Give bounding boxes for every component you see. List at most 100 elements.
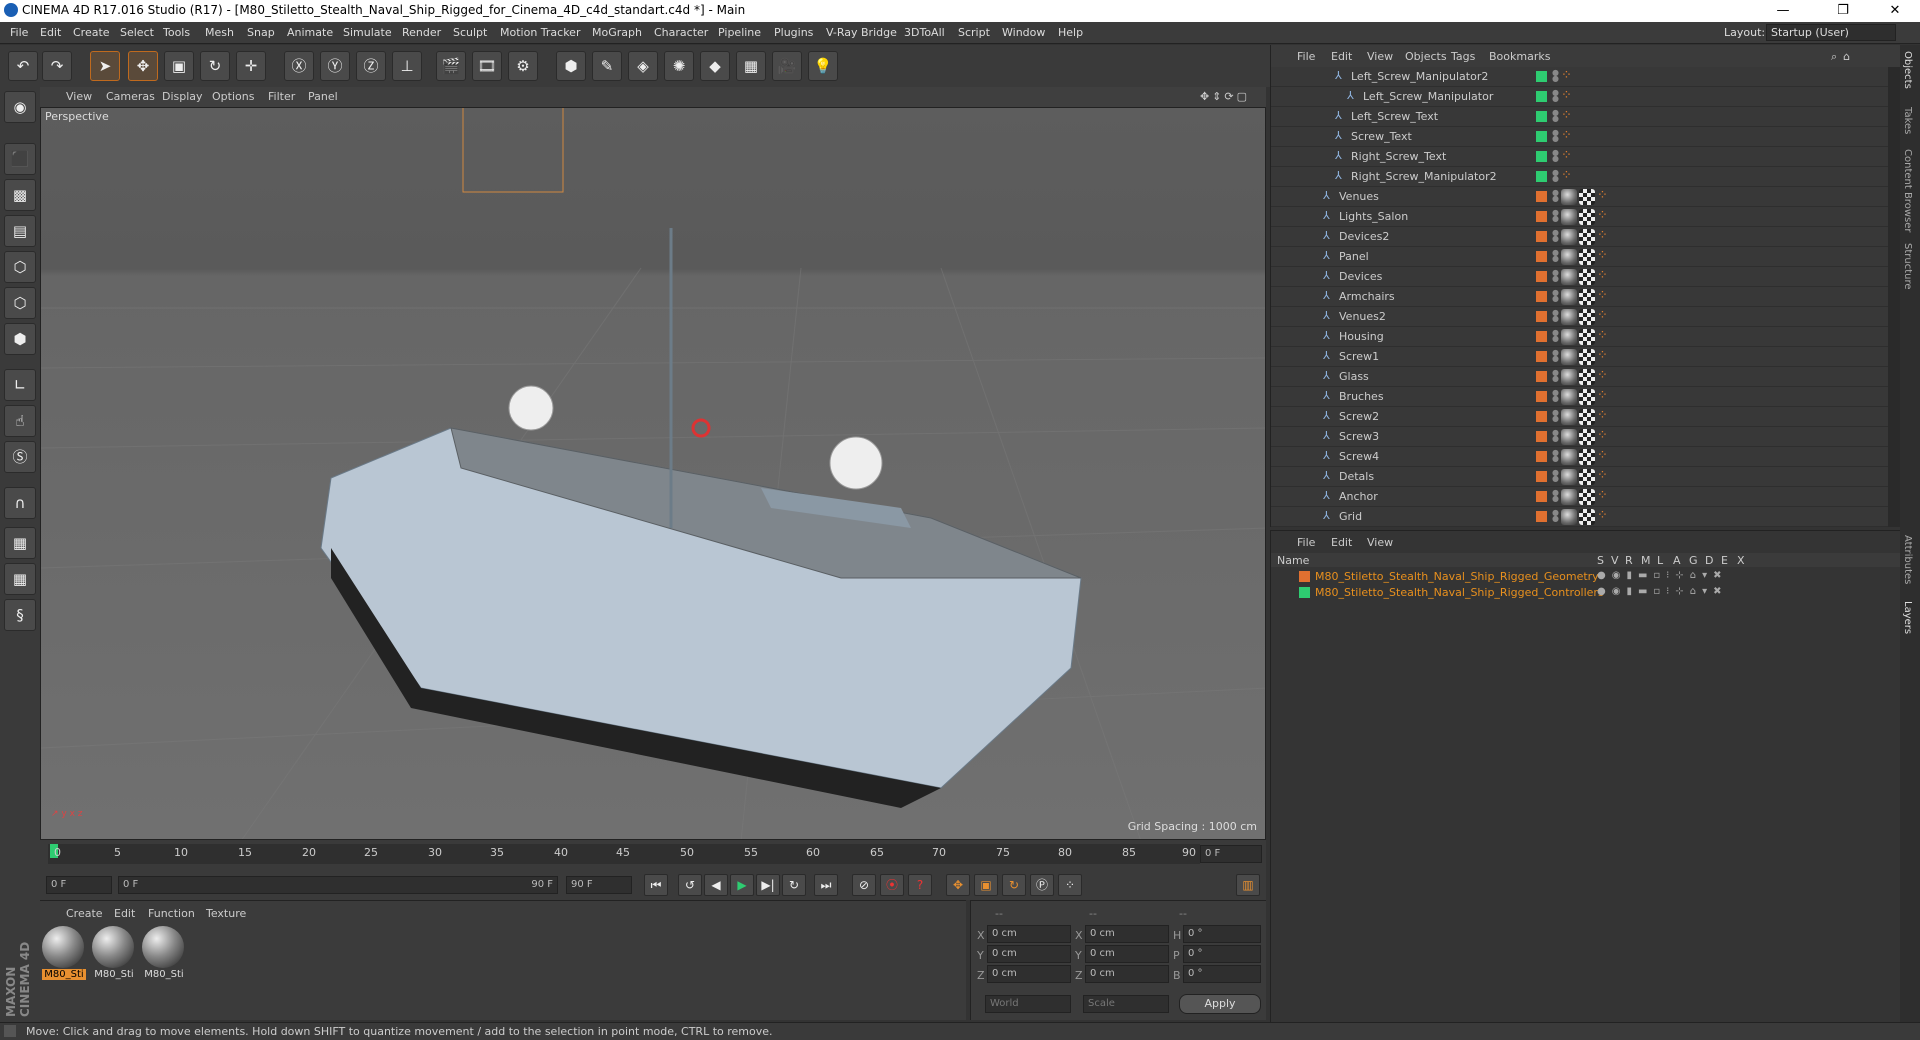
next-frame-icon[interactable]: ▶| xyxy=(756,874,780,896)
spline-pen-icon[interactable]: ✎ xyxy=(592,51,622,81)
go-to-start-icon[interactable]: ⏮ xyxy=(644,874,668,896)
checker-tag-icon[interactable] xyxy=(1579,449,1595,465)
coord-mode-select[interactable]: World xyxy=(985,995,1071,1013)
phong-tag-icon[interactable]: ⁘ xyxy=(1597,489,1613,505)
phong-tag-icon[interactable]: ⁘ xyxy=(1597,469,1613,485)
object-row[interactable]: ⅄ Bruches ● ● ⁘ xyxy=(1271,387,1889,407)
prev-key-icon[interactable]: ↺ xyxy=(678,874,702,896)
key-record-disabled-icon[interactable]: ⊘ xyxy=(852,874,876,896)
object-manager-scrollbar[interactable] xyxy=(1888,67,1900,527)
checker-tag-icon[interactable] xyxy=(1579,429,1595,445)
menu-mesh[interactable]: Mesh xyxy=(205,26,234,39)
layer-color-icon[interactable] xyxy=(1536,251,1547,262)
scale-tool-icon[interactable]: ▣ xyxy=(164,51,194,81)
python-icon[interactable]: § xyxy=(4,599,36,631)
object-row[interactable]: ⅄ Panel ● ● ⁘ xyxy=(1271,247,1889,267)
object-row[interactable]: ⅄ Right_Screw_Manipulator2 ● ● ⁘ xyxy=(1271,167,1889,187)
layer-color-icon[interactable] xyxy=(1536,371,1547,382)
visibility-dots-icon[interactable]: ● ● xyxy=(1552,189,1559,204)
checker-tag-icon[interactable] xyxy=(1579,329,1595,345)
phong-tag-icon[interactable]: ⁘ xyxy=(1597,209,1613,225)
menu-motion-tracker[interactable]: Motion Tracker xyxy=(500,26,580,39)
object-row[interactable]: ⅄ Screw2 ● ● ⁘ xyxy=(1271,407,1889,427)
menu-simulate[interactable]: Simulate xyxy=(343,26,392,39)
object-row[interactable]: ⅄ Venues2 ● ● ⁘ xyxy=(1271,307,1889,327)
checker-tag-icon[interactable] xyxy=(1579,289,1595,305)
z-axis-icon[interactable]: Ⓩ xyxy=(356,51,386,81)
checker-tag-icon[interactable] xyxy=(1579,369,1595,385)
menu-window[interactable]: Window xyxy=(1002,26,1045,39)
texture-mode-icon[interactable]: ▩ xyxy=(4,179,36,211)
menu-plugins[interactable]: Plugins xyxy=(774,26,813,39)
record-keys-icon[interactable]: ⦿ xyxy=(880,874,904,896)
tweak-mode-icon[interactable]: ☝ xyxy=(4,405,36,437)
workplane-mode-icon[interactable]: ▤ xyxy=(4,215,36,247)
material-menu-create[interactable]: Create xyxy=(66,907,103,920)
size-x-field[interactable]: 0 cm xyxy=(1085,925,1169,943)
object-row[interactable]: ⅄ Left_Screw_Manipulator2 ● ● ⁘ xyxy=(1271,67,1889,87)
texture-tag-icon[interactable] xyxy=(1561,309,1577,325)
material-swatch[interactable]: M80_Sti xyxy=(42,926,86,984)
current-frame-field[interactable]: 0 F xyxy=(46,876,112,894)
checker-tag-icon[interactable] xyxy=(1579,249,1595,265)
deformer-icon[interactable]: ◆ xyxy=(700,51,730,81)
menu-animate[interactable]: Animate xyxy=(287,26,333,39)
object-row[interactable]: ⅄ Left_Screw_Manipulator ● ● ⁘ xyxy=(1271,87,1889,107)
obj-menu-file[interactable]: File xyxy=(1297,50,1315,63)
layer-flag-icons[interactable]: ●◉▮▬▫⁝⊹⌂▾✖ xyxy=(1597,586,1727,597)
phong-tag-icon[interactable]: ⁘ xyxy=(1597,349,1613,365)
go-to-end-icon[interactable]: ⏭ xyxy=(814,874,838,896)
object-row[interactable]: ⅄ Armchairs ● ● ⁘ xyxy=(1271,287,1889,307)
protection-tag-icon[interactable]: ⁘ xyxy=(1561,69,1577,85)
grid-snap-icon[interactable]: ▦ xyxy=(4,563,36,595)
visibility-dots-icon[interactable]: ● ● xyxy=(1552,449,1559,464)
texture-tag-icon[interactable] xyxy=(1561,209,1577,225)
object-row[interactable]: ⅄ Anchor ● ● ⁘ xyxy=(1271,487,1889,507)
snap-magnet-icon[interactable]: ∩ xyxy=(4,487,36,519)
end-frame-field[interactable]: 0 F xyxy=(1200,845,1262,863)
material-swatch[interactable]: M80_Sti xyxy=(142,926,186,984)
visibility-dots-icon[interactable]: ● ● xyxy=(1552,469,1559,484)
menu-pipeline[interactable]: Pipeline xyxy=(718,26,761,39)
object-row[interactable]: ⅄ Venues ● ● ⁘ xyxy=(1271,187,1889,207)
menu-mograph[interactable]: MoGraph xyxy=(592,26,642,39)
protection-tag-icon[interactable]: ⁘ xyxy=(1561,149,1577,165)
model-mode-icon[interactable]: ⬛ xyxy=(4,143,36,175)
workplane-lock-icon[interactable]: ▦ xyxy=(4,527,36,559)
y-axis-icon[interactable]: Ⓨ xyxy=(320,51,350,81)
object-row[interactable]: ⅄ Lights_Salon ● ● ⁘ xyxy=(1271,207,1889,227)
layer-color-icon[interactable] xyxy=(1536,171,1547,182)
visibility-dots-icon[interactable]: ● ● xyxy=(1552,249,1559,264)
texture-tag-icon[interactable] xyxy=(1561,289,1577,305)
render-settings-icon[interactable]: ⚙ xyxy=(508,51,538,81)
menu-vray-bridge[interactable]: V-Ray Bridge xyxy=(826,26,897,39)
protection-tag-icon[interactable]: ⁘ xyxy=(1561,129,1577,145)
close-icon[interactable]: ✕ xyxy=(1872,0,1918,22)
menu-file[interactable]: File xyxy=(10,26,28,39)
obj-menu-edit[interactable]: Edit xyxy=(1331,50,1352,63)
key-rotation-icon[interactable]: ↻ xyxy=(1002,874,1026,896)
layer-color-icon[interactable] xyxy=(1536,451,1547,462)
checker-tag-icon[interactable] xyxy=(1579,309,1595,325)
key-position-icon[interactable]: ✥ xyxy=(946,874,970,896)
phong-tag-icon[interactable]: ⁘ xyxy=(1597,329,1613,345)
object-row[interactable]: ⅄ Detals ● ● ⁘ xyxy=(1271,467,1889,487)
polygons-mode-icon[interactable]: ⬢ xyxy=(4,323,36,355)
layer-color-icon[interactable] xyxy=(1536,351,1547,362)
viewport-menu-panel[interactable]: Panel xyxy=(308,90,338,103)
phong-tag-icon[interactable]: ⁘ xyxy=(1597,369,1613,385)
layer-color-icon[interactable] xyxy=(1536,271,1547,282)
layer-flag-icons[interactable]: ●◉▮▬▫⁝⊹⌂▾✖ xyxy=(1597,570,1727,581)
layer-color-icon[interactable] xyxy=(1536,431,1547,442)
phong-tag-icon[interactable]: ⁘ xyxy=(1597,309,1613,325)
checker-tag-icon[interactable] xyxy=(1579,509,1595,525)
size-y-field[interactable]: 0 cm xyxy=(1085,945,1169,963)
cube-object-icon[interactable]: ⬢ xyxy=(556,51,586,81)
texture-tag-icon[interactable] xyxy=(1561,189,1577,205)
protection-tag-icon[interactable]: ⁘ xyxy=(1561,109,1577,125)
visibility-dots-icon[interactable]: ● ● xyxy=(1552,149,1559,164)
tab-content-browser[interactable]: Content Browser xyxy=(1902,149,1913,232)
obj-menu-view[interactable]: View xyxy=(1367,50,1393,63)
material-menu-texture[interactable]: Texture xyxy=(206,907,246,920)
texture-tag-icon[interactable] xyxy=(1561,409,1577,425)
